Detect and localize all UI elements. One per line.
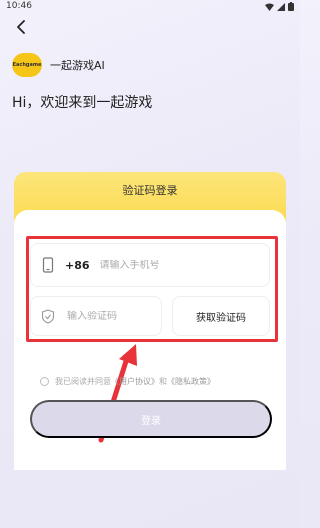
status-time: 10:46 [6,1,32,11]
phone-icon [42,257,54,273]
verification-code-field[interactable] [30,296,162,336]
agreement-and: 和 [159,376,167,386]
verification-code-input[interactable] [67,310,157,322]
login-card-title: 验证码登录 [122,184,178,197]
agreement-row: 我已阅读并同意 《用户协议》 和 《隐私政策》 [40,374,215,388]
wifi-icon [265,3,274,11]
agree-radio[interactable] [40,376,49,386]
get-code-button[interactable]: 获取验证码 [172,296,270,336]
brand-name: 一起游戏AI [50,59,105,72]
chevron-left-icon [17,20,25,34]
brand-logo-text: Eachgame [12,62,42,68]
status-bar: 10:46 [0,0,300,14]
shield-icon [41,308,55,324]
agreement-prefix: 我已阅读并同意 [55,376,111,386]
brand-row: Eachgame 一起游戏AI [12,53,105,77]
phone-field[interactable]: +86 [30,243,270,287]
phone-input[interactable] [99,259,250,271]
back-button[interactable] [10,16,32,38]
battery-icon [288,2,294,11]
user-agreement-link[interactable]: 《用户协议》 [111,376,159,387]
welcome-heading: Hi，欢迎来到一起游戏 [12,95,153,111]
country-code[interactable]: +86 [65,259,90,272]
signal-icon [277,2,285,11]
privacy-policy-link[interactable]: 《隐私政策》 [167,376,215,387]
brand-logo: Eachgame [12,53,42,77]
status-icons [265,2,294,11]
login-button[interactable]: 登录 [30,400,272,438]
